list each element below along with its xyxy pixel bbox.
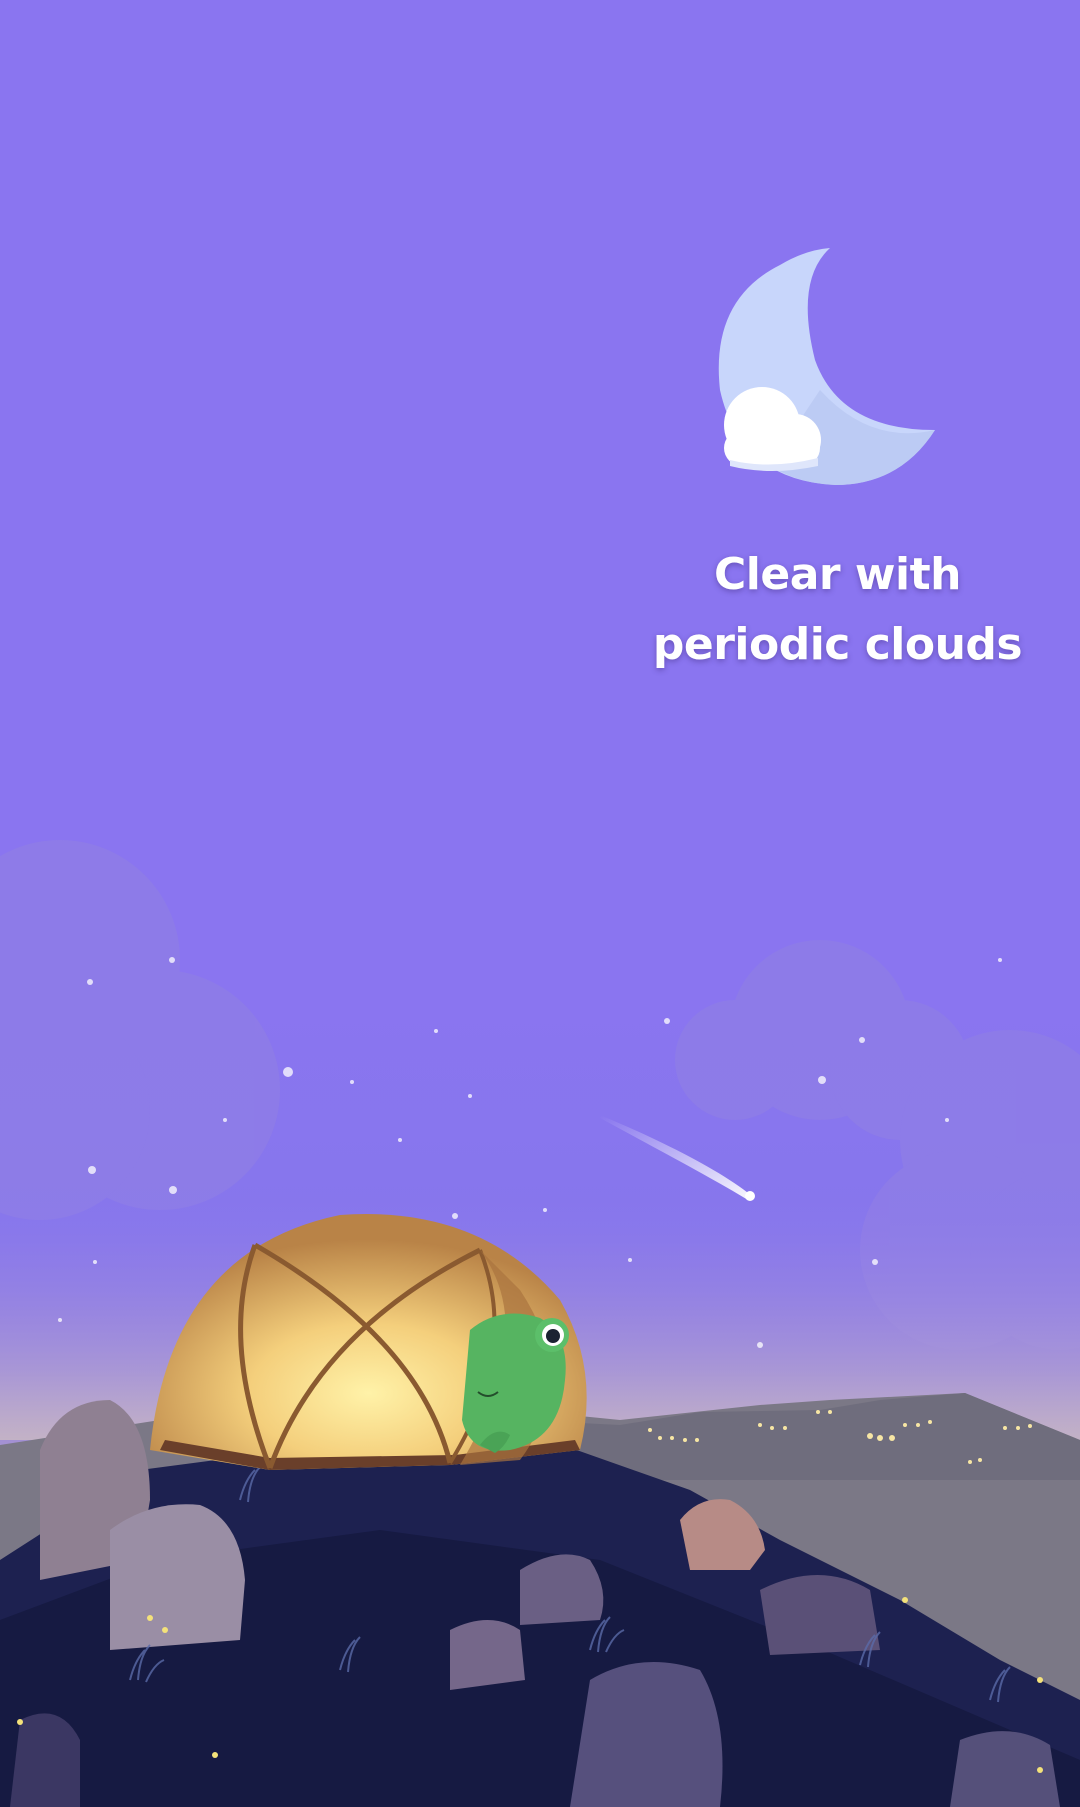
condition-line-1: Clear with bbox=[713, 549, 962, 600]
moon-with-cloud-icon bbox=[718, 248, 935, 485]
weather-condition-label: Clear with periodic clouds bbox=[610, 540, 1065, 680]
weather-screen: Clear with periodic clouds bbox=[0, 0, 1080, 1807]
condition-line-2: periodic clouds bbox=[652, 619, 1023, 670]
